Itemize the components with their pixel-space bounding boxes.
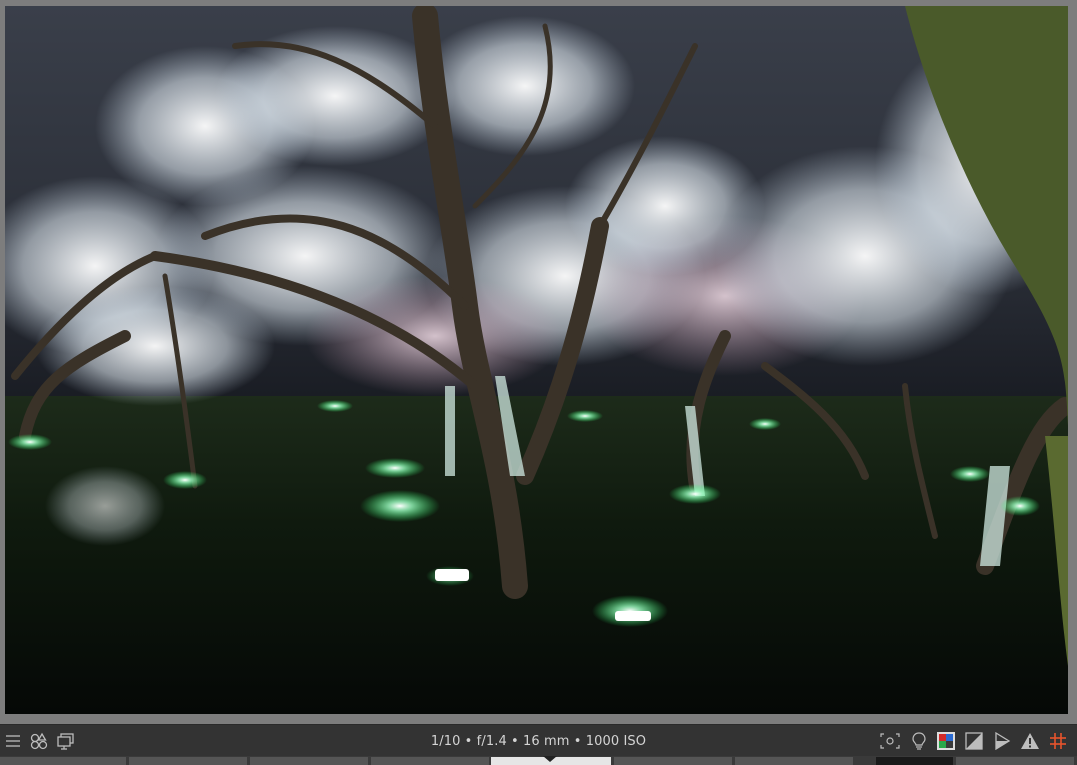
filmstrip-thumbnail[interactable] bbox=[876, 757, 953, 765]
focus-peaking-icon[interactable] bbox=[879, 730, 901, 752]
filmstrip-thumbnail[interactable] bbox=[956, 757, 1074, 765]
lightbulb-icon[interactable] bbox=[908, 730, 930, 752]
photo-night-plum-orchard bbox=[5, 6, 1068, 714]
softproof-icon[interactable] bbox=[963, 730, 985, 752]
filmstrip[interactable] bbox=[0, 756, 1077, 765]
filmstrip-selection-marker bbox=[543, 756, 557, 762]
filmstrip-thumbnail[interactable] bbox=[735, 757, 853, 765]
color-assessment-icon[interactable] bbox=[935, 730, 957, 752]
filmstrip-thumbnail[interactable] bbox=[614, 757, 732, 765]
image-viewport[interactable] bbox=[0, 0, 1077, 724]
overexposure-warning-icon[interactable] bbox=[1019, 730, 1041, 752]
filmstrip-thumbnail[interactable] bbox=[129, 757, 247, 765]
filmstrip-thumbnail[interactable] bbox=[0, 757, 126, 765]
gamut-check-icon[interactable] bbox=[991, 730, 1013, 752]
filmstrip-thumbnail[interactable] bbox=[250, 757, 368, 765]
center-image bbox=[5, 6, 1068, 714]
filmstrip-thumbnail[interactable] bbox=[371, 757, 489, 765]
guides-grid-icon[interactable] bbox=[1047, 730, 1069, 752]
bottom-toolbar: 1/10 • f/1.4 • 16 mm • 1000 ISO bbox=[0, 724, 1077, 757]
